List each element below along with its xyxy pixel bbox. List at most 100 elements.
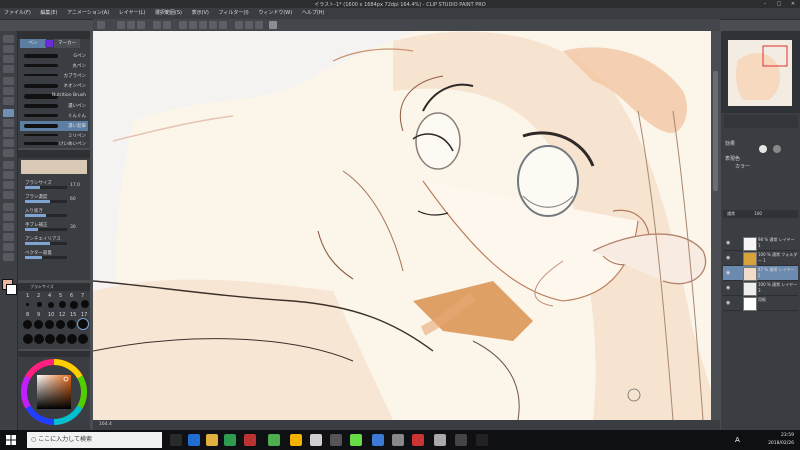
- move-layer-tool-icon[interactable]: [3, 65, 14, 73]
- snap-grid-icon[interactable]: [245, 21, 253, 29]
- brush-item[interactable]: ぐんぐん: [20, 111, 88, 121]
- brush-size-option[interactable]: 7: [81, 293, 84, 299]
- canvas-scrollbar[interactable]: [711, 31, 720, 420]
- taskbar-search[interactable]: ○ ここに入力して検索: [27, 432, 162, 448]
- navigator-thumbnail[interactable]: [728, 40, 792, 106]
- windows-start-icon[interactable]: [6, 435, 16, 445]
- brush-item[interactable]: 丸ペン: [20, 61, 88, 71]
- balloon-tool-icon[interactable]: [3, 243, 14, 251]
- frame-tool-icon[interactable]: [3, 213, 14, 221]
- brush-size-option[interactable]: 2: [37, 293, 40, 299]
- layer-row[interactable]: ◉ 100 % 通常 フォルダー 1: [723, 251, 798, 266]
- brush-size-dot-selected[interactable]: [78, 319, 88, 329]
- eye-icon[interactable]: ◉: [726, 255, 730, 261]
- canvas[interactable]: [93, 31, 720, 420]
- maximize-button[interactable]: □: [772, 0, 786, 8]
- in-out-slider[interactable]: 入り抜き: [21, 208, 87, 220]
- tab-marker[interactable]: マーカー: [54, 39, 80, 48]
- brush-size-dot[interactable]: [23, 320, 32, 329]
- app-icon[interactable]: [330, 434, 342, 446]
- layer-row[interactable]: ◉ 用紙: [723, 296, 798, 311]
- transform-icon[interactable]: [189, 21, 197, 29]
- scroll-thumb[interactable]: [713, 71, 718, 191]
- pen-tool-icon[interactable]: [3, 109, 14, 117]
- close-button[interactable]: ✕: [786, 0, 800, 8]
- ruler-tool-icon[interactable]: [3, 223, 14, 231]
- brush-item[interactable]: Nutrition Brush: [20, 91, 88, 101]
- brush-item[interactable]: ネオンペン: [20, 81, 88, 91]
- new-icon[interactable]: [117, 21, 125, 29]
- brush-density-slider[interactable]: ブラシ濃度 60: [21, 194, 87, 206]
- auto-select-tool-icon[interactable]: [3, 87, 14, 95]
- tab-pen[interactable]: ペン: [20, 39, 46, 48]
- brush-size-option[interactable]: 6: [70, 293, 73, 299]
- color-wheel[interactable]: [20, 358, 88, 426]
- brush-item[interactable]: 濃いペン: [20, 101, 88, 111]
- menu-window[interactable]: ウィンドウ(W): [254, 8, 296, 19]
- sub-color-swatch[interactable]: [6, 284, 17, 295]
- app-icon[interactable]: [455, 434, 467, 446]
- layer-row-selected[interactable]: ◉ 47 % 通常 レイヤー 2: [723, 266, 798, 281]
- task-view-icon[interactable]: [170, 434, 182, 446]
- brush-size-dot[interactable]: [45, 334, 55, 344]
- eye-icon[interactable]: ◉: [726, 300, 730, 306]
- eyedropper-tool-icon[interactable]: [3, 97, 14, 105]
- move-tool-icon[interactable]: [3, 45, 14, 53]
- brush-size-option[interactable]: 1: [26, 293, 29, 299]
- brush-size-dot[interactable]: [56, 334, 66, 344]
- ime-indicator[interactable]: A: [735, 436, 740, 444]
- eye-icon[interactable]: ◉: [726, 285, 730, 291]
- brush-size-dot[interactable]: [34, 320, 43, 329]
- app-icon[interactable]: [97, 21, 105, 29]
- brush-size-dot[interactable]: [70, 301, 78, 309]
- deselect-icon[interactable]: [199, 21, 207, 29]
- decoration-tool-icon[interactable]: [3, 149, 14, 157]
- brush-size-option[interactable]: 17: [81, 312, 87, 318]
- brush-size-option[interactable]: 15: [70, 312, 76, 318]
- minimize-button[interactable]: –: [758, 0, 772, 8]
- taskbar-clock[interactable]: 23:59 2018/02/26: [744, 432, 794, 448]
- zoom-value[interactable]: 164.4: [99, 422, 112, 427]
- airbrush-tool-icon[interactable]: [3, 139, 14, 147]
- brush-tool-icon[interactable]: [3, 129, 14, 137]
- pencil-tool-icon[interactable]: [3, 119, 14, 127]
- vector-snap-slider[interactable]: ベクター吸着: [21, 250, 87, 262]
- undo-icon[interactable]: [153, 21, 161, 29]
- menu-selection[interactable]: 選択範囲(S): [151, 8, 186, 19]
- figure-tool-icon[interactable]: [3, 203, 14, 211]
- gear-icon[interactable]: [476, 434, 488, 446]
- app-icon[interactable]: [244, 434, 256, 446]
- brush-size-option[interactable]: 4: [48, 293, 51, 299]
- brush-size-option[interactable]: 12: [59, 312, 65, 318]
- brush-size-dot[interactable]: [67, 320, 76, 329]
- text-tool-icon[interactable]: [3, 233, 14, 241]
- eye-icon[interactable]: ◉: [726, 240, 730, 246]
- color-mode-value[interactable]: カラー: [735, 163, 750, 170]
- brush-size-dot[interactable]: [23, 334, 33, 344]
- brush-size-option[interactable]: 8: [26, 312, 29, 318]
- brush-size-dot[interactable]: [56, 320, 65, 329]
- save-icon[interactable]: [137, 21, 145, 29]
- effect-icon[interactable]: [759, 145, 767, 153]
- invert-selection-icon[interactable]: [209, 21, 217, 29]
- clear-icon[interactable]: [179, 21, 187, 29]
- gradient-tool-icon[interactable]: [3, 191, 14, 199]
- menu-help[interactable]: ヘルプ(H): [298, 8, 329, 19]
- correct-line-tool-icon[interactable]: [3, 253, 14, 261]
- open-icon[interactable]: [127, 21, 135, 29]
- brush-size-slider[interactable]: ブラシサイズ 17.0: [21, 180, 87, 192]
- show-selection-icon[interactable]: [219, 21, 227, 29]
- brush-size-dot[interactable]: [67, 334, 77, 344]
- brush-size-option[interactable]: 5: [59, 293, 62, 299]
- mail-icon[interactable]: [392, 434, 404, 446]
- effect-icon[interactable]: [773, 145, 781, 153]
- menu-filter[interactable]: フィルター(I): [214, 8, 252, 19]
- store-icon[interactable]: [224, 434, 236, 446]
- brush-size-option[interactable]: 10: [48, 312, 54, 318]
- brush-size-dot[interactable]: [26, 303, 29, 306]
- menu-animation[interactable]: アニメーション(A): [63, 8, 113, 19]
- brush-size-dot[interactable]: [48, 302, 54, 308]
- navigator-zoom-controls[interactable]: [724, 115, 798, 128]
- brush-size-dot[interactable]: [59, 301, 66, 308]
- layer-row[interactable]: ◉ 100 % 通常 レイヤー 3: [723, 281, 798, 296]
